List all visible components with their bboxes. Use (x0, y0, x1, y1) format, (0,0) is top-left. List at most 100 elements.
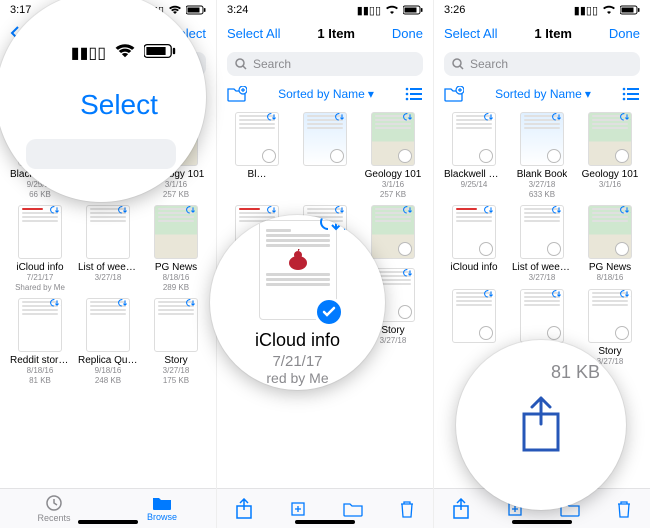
cloud-download-icon (402, 112, 415, 125)
file-thumbnail (371, 112, 415, 166)
battery-icon (403, 5, 423, 15)
battery-icon (144, 43, 176, 63)
move-icon[interactable] (343, 501, 363, 517)
done-button[interactable]: Done (609, 26, 640, 41)
new-folder-icon[interactable] (444, 86, 464, 102)
home-indicator (78, 520, 138, 524)
file-name: Blank Book (517, 169, 568, 180)
file-size: 81 KB (551, 362, 600, 383)
cloud-download-icon (185, 298, 198, 311)
file-item[interactable] (293, 112, 357, 199)
file-meta: 3/1/16257 KB (163, 180, 189, 199)
file-item[interactable]: Reddit storage8/18/1681 KB (8, 298, 72, 385)
cloud-download-icon (49, 205, 62, 218)
sort-bar: Sorted by Name▾ (434, 80, 650, 108)
selection-circle (398, 242, 412, 256)
file-thumbnail (154, 205, 198, 259)
select-button[interactable]: Select (80, 89, 158, 121)
status-bar: 3:26 ▮▮▯▯ (434, 0, 650, 18)
file-item[interactable]: Bl… (225, 112, 289, 199)
file-thumbnail (86, 205, 130, 259)
file-thumbnail (520, 205, 564, 259)
search-input[interactable]: Search (227, 52, 423, 76)
file-meta: 9/25/14 (461, 180, 488, 190)
file-thumbnail (371, 205, 415, 259)
callout-share: 81 KB (456, 340, 626, 510)
cloud-download-icon (619, 112, 632, 125)
file-name: iCloud info (16, 262, 63, 273)
new-folder-icon[interactable] (227, 86, 247, 102)
wifi-icon (168, 5, 182, 15)
file-item[interactable]: PG News8/18/16 (578, 205, 642, 283)
file-shared: red by Me (266, 370, 328, 386)
callout-selected-file: iCloud info 7/21/17 red by Me (210, 215, 385, 390)
file-item[interactable]: iCloud info7/21/17Shared by Me (8, 205, 72, 292)
list-view-icon[interactable] (622, 87, 640, 101)
selection-circle (615, 242, 629, 256)
nav-bar: Select All 1 Item Done (217, 18, 433, 48)
file-thumbnail (520, 289, 564, 343)
file-meta: 3/27/18 (95, 273, 122, 283)
trash-icon[interactable] (399, 499, 415, 519)
file-meta: 3/1/16 (599, 180, 621, 190)
file-thumbnail (235, 112, 279, 166)
file-name: Reddit storage (10, 355, 70, 366)
cloud-download-icon (334, 112, 347, 125)
file-item[interactable]: Blackwell Mysteries9/25/14 (442, 112, 506, 199)
file-thumbnail (520, 112, 564, 166)
wifi-icon (602, 5, 616, 15)
file-item[interactable]: Blank Book3/27/18633 KB (510, 112, 574, 199)
selection-circle (479, 149, 493, 163)
file-name: List of weeke…ojects (78, 262, 138, 273)
file-item[interactable]: Story3/27/18175 KB (144, 298, 208, 385)
cloud-download-icon (619, 205, 632, 218)
file-thumbnail (452, 205, 496, 259)
file-name: Bl… (248, 169, 267, 180)
cloud-download-icon (551, 205, 564, 218)
file-thumbnail[interactable] (259, 220, 337, 320)
list-view-icon[interactable] (405, 87, 423, 101)
file-thumbnail (154, 298, 198, 352)
file-name: PG News (155, 262, 197, 273)
share-icon[interactable] (516, 394, 566, 456)
selection-circle (479, 326, 493, 340)
time: 3:24 (227, 4, 248, 16)
chevron-down-icon: ▾ (585, 87, 591, 101)
cloud-download-icon (402, 268, 415, 281)
file-item[interactable]: iCloud info (442, 205, 506, 283)
file-item[interactable]: PG News8/18/16289 KB (144, 205, 208, 292)
select-all-button[interactable]: Select All (444, 26, 497, 41)
sort-bar: Sorted by Name▾ (217, 80, 433, 108)
file-thumbnail (18, 298, 62, 352)
nav-bar: Select All 1 Item Done (434, 18, 650, 48)
sort-button[interactable]: Sorted by Name▾ (278, 87, 374, 101)
file-thumbnail (303, 112, 347, 166)
file-meta: 3/27/18633 KB (529, 180, 556, 199)
signal-icon: ▮▮▯▯ (71, 43, 106, 63)
file-item[interactable]: List of weeke…ojects3/27/18 (510, 205, 574, 283)
share-icon[interactable] (235, 498, 253, 520)
cloud-download-icon (266, 112, 279, 125)
trash-icon[interactable] (616, 499, 632, 519)
cloud-download-icon (483, 112, 496, 125)
file-item[interactable]: Replica Questions9/18/16248 KB (76, 298, 140, 385)
share-icon[interactable] (452, 498, 470, 520)
select-all-button[interactable]: Select All (227, 26, 280, 41)
file-item[interactable]: Geology 1013/1/16257 KB (361, 112, 425, 199)
file-name: Geology 101 (582, 169, 639, 180)
file-item[interactable]: Geology 1013/1/16 (578, 112, 642, 199)
cloud-download-icon (49, 298, 62, 311)
done-button[interactable]: Done (392, 26, 423, 41)
search-input[interactable]: Search (444, 52, 640, 76)
cloud-download-icon (551, 112, 564, 125)
file-meta: 8/18/16 (597, 273, 624, 283)
sort-button[interactable]: Sorted by Name▾ (495, 87, 591, 101)
selection-circle (330, 149, 344, 163)
file-item[interactable]: List of weeke…ojects3/27/18 (76, 205, 140, 292)
search-placeholder: Search (470, 57, 508, 71)
duplicate-icon[interactable] (289, 500, 307, 518)
search-icon (452, 58, 464, 70)
file-thumbnail (86, 298, 130, 352)
checkmark-icon (314, 297, 344, 327)
cloud-download-icon (483, 205, 496, 218)
